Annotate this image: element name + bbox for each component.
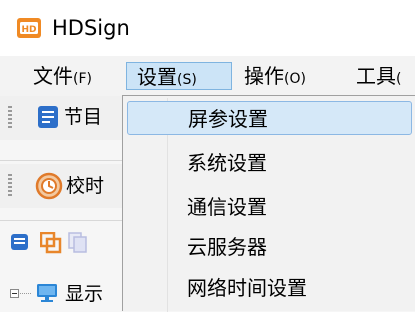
program-toolbar: 节目 — [0, 96, 128, 140]
app-title: HDSign — [52, 16, 130, 40]
menu-settings-label: 设置 — [137, 65, 177, 89]
menu-item-label: 云服务器 — [187, 235, 267, 259]
menu-item-label: 通信设置 — [187, 195, 267, 219]
time-sync-icon — [35, 172, 63, 200]
menu-tools-label: 工具 — [356, 64, 396, 88]
tree-connector — [20, 293, 32, 294]
time-toolbar: 校时 — [0, 164, 128, 208]
display-monitor-icon — [37, 284, 57, 302]
menu-file-label: 文件 — [33, 64, 73, 88]
menu-item-system-settings[interactable]: 系统设置 — [127, 146, 412, 180]
menu-item-network-time[interactable]: 网络时间设置 — [127, 271, 412, 305]
menu-item-label: 屏参设置 — [188, 107, 268, 131]
menu-bar: 文件(F) 设置(S) 操作(O) 工具( — [0, 56, 415, 96]
svg-text:HD: HD — [21, 25, 36, 35]
settings-dropdown-menu: 屏参设置 系统设置 通信设置 云服务器 网络时间设置 — [122, 95, 415, 312]
program-icon — [38, 106, 58, 128]
menu-operation-label: 操作 — [244, 64, 284, 88]
menu-operation[interactable]: 操作(O) — [241, 62, 341, 90]
menu-settings[interactable]: 设置(S) — [126, 62, 232, 90]
menu-item-label: 网络时间设置 — [187, 276, 307, 300]
toolbar-divider — [0, 160, 128, 161]
menu-settings-accel: (S) — [177, 72, 197, 88]
add-program-icon[interactable] — [10, 232, 30, 252]
time-sync-button-label[interactable]: 校时 — [66, 172, 104, 200]
toolbar-divider — [0, 220, 128, 221]
title-bar: HD HDSign — [0, 0, 415, 56]
menu-file-accel: (F) — [73, 71, 92, 87]
menu-item-cloud-server[interactable]: 云服务器 — [127, 230, 412, 264]
copy-area-icon[interactable] — [40, 232, 62, 254]
menu-item-screen-params[interactable]: 屏参设置 — [127, 101, 412, 135]
hdsign-logo-icon: HD — [17, 18, 41, 38]
menu-item-label: 系统设置 — [187, 151, 267, 175]
toolbar-grip[interactable] — [8, 174, 12, 198]
program-button-label[interactable]: 节目 — [64, 103, 102, 131]
pages-icon[interactable] — [68, 232, 88, 254]
tree-item-display-label[interactable]: 显示 — [65, 280, 103, 308]
menu-file[interactable]: 文件(F) — [30, 62, 122, 90]
toolbar-grip[interactable] — [8, 106, 12, 130]
menu-tools[interactable]: 工具( — [353, 62, 415, 90]
menu-tools-accel: ( — [396, 71, 402, 87]
menu-item-comm-settings[interactable]: 通信设置 — [127, 190, 412, 224]
tree-collapse-toggle[interactable] — [10, 289, 19, 298]
menu-operation-accel: (O) — [284, 71, 306, 87]
